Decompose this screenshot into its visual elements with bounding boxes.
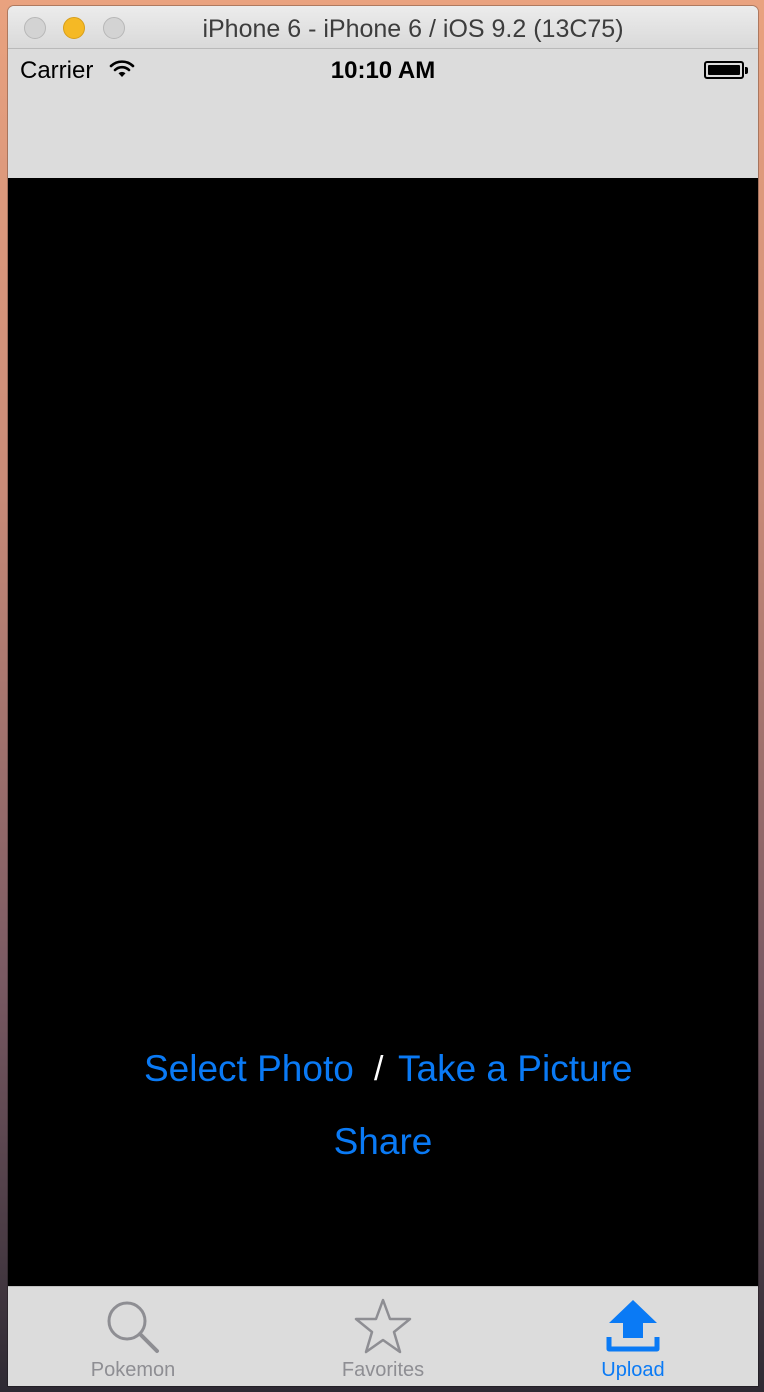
take-picture-button[interactable]: Take a Picture bbox=[398, 1048, 632, 1090]
share-button[interactable]: Share bbox=[8, 1121, 758, 1163]
navigation-bar bbox=[8, 89, 758, 178]
tab-upload[interactable]: Upload bbox=[508, 1287, 758, 1386]
star-icon bbox=[354, 1298, 412, 1354]
tab-label-pokemon: Pokemon bbox=[90, 1359, 176, 1381]
upload-content-area: Select Photo / Take a Picture Share bbox=[8, 178, 758, 1286]
select-photo-button[interactable]: Select Photo bbox=[144, 1048, 354, 1090]
status-bar: Carrier 10:10 AM bbox=[8, 49, 758, 89]
tab-pokemon[interactable]: Pokemon bbox=[8, 1287, 258, 1386]
tab-bar: Pokemon Favorites Upload bbox=[8, 1286, 758, 1386]
search-icon bbox=[107, 1301, 159, 1353]
window-title: iPhone 6 - iPhone 6 / iOS 9.2 (13C75) bbox=[202, 15, 624, 43]
tab-label-favorites: Favorites bbox=[341, 1359, 425, 1381]
title-bar[interactable]: iPhone 6 - iPhone 6 / iOS 9.2 (13C75) bbox=[8, 6, 758, 49]
tab-label-upload: Upload bbox=[601, 1359, 665, 1381]
device-screen: Carrier 10:10 AM Select Photo / Take a P… bbox=[8, 49, 758, 1386]
battery-icon bbox=[704, 61, 748, 79]
simulator-window: iPhone 6 - iPhone 6 / iOS 9.2 (13C75) Ca… bbox=[8, 6, 758, 1386]
status-time: 10:10 AM bbox=[330, 57, 436, 84]
tab-favorites[interactable]: Favorites bbox=[258, 1287, 508, 1386]
separator-slash: / bbox=[374, 1050, 384, 1088]
upload-icon bbox=[606, 1300, 660, 1352]
